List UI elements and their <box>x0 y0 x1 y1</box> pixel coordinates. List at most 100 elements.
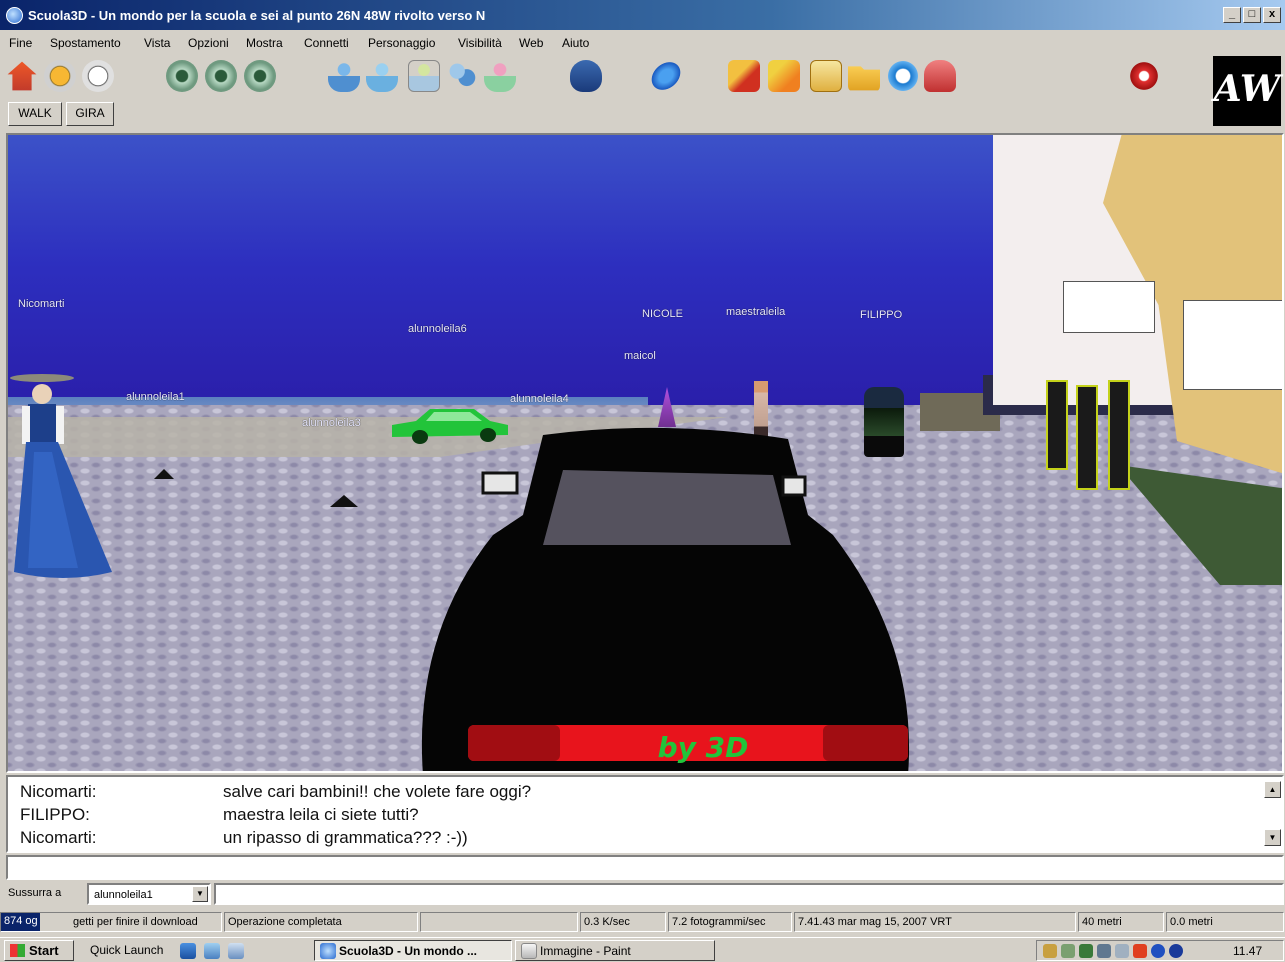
app-window: Scuola3D - Un mondo per la scuola e sei … <box>0 0 1285 962</box>
menu-web[interactable]: Web <box>519 36 543 50</box>
network-icon[interactable] <box>1061 944 1075 958</box>
chat-message: salve cari bambini!! che volete fare ogg… <box>223 782 532 801</box>
3d-viewport[interactable]: Nicomarti alunnoleila6 NICOLE maestralei… <box>6 133 1284 773</box>
avatar-nicomarti[interactable] <box>8 372 120 582</box>
toy-icon[interactable] <box>924 60 956 92</box>
menu-fine[interactable]: Fine <box>9 36 32 50</box>
update-icon[interactable] <box>1151 944 1165 958</box>
maximize-button[interactable]: □ <box>1243 7 1261 23</box>
chat-log[interactable]: Nicomarti: salve cari bambini!! che vole… <box>6 775 1284 853</box>
refresh-icon[interactable] <box>887 60 919 92</box>
task-label: Immagine - Paint <box>540 944 631 958</box>
ie-icon[interactable] <box>180 943 196 959</box>
start-button[interactable]: Start <box>4 940 74 961</box>
folder-icon[interactable] <box>848 66 880 91</box>
paint-app-icon <box>521 943 537 959</box>
avatar-name-maestraleila[interactable]: maestraleila <box>726 306 785 318</box>
clock: 11.47 <box>1233 944 1263 958</box>
title-bar[interactable]: Scuola3D - Un mondo per la scuola e sei … <box>0 0 1285 30</box>
volume-icon[interactable] <box>1043 944 1057 958</box>
windows-logo-icon <box>10 944 25 957</box>
globe-icon[interactable] <box>645 60 687 92</box>
chat-icon[interactable] <box>570 60 602 92</box>
start-label: Start <box>29 943 59 958</box>
avatar-name-maicol[interactable]: maicol <box>624 350 656 362</box>
avatar-marker[interactable] <box>154 469 174 479</box>
eye-icon[interactable] <box>205 60 237 92</box>
chat-message: un ripasso di grammatica??? :-)) <box>223 828 468 847</box>
kiosk <box>1076 385 1098 490</box>
show-desktop-icon[interactable] <box>228 943 244 959</box>
chat-input[interactable] <box>6 855 1284 880</box>
avatar-name-nicomarti[interactable]: Nicomarti <box>18 298 64 310</box>
walk-button[interactable]: WALK <box>8 102 62 126</box>
avatar-name-alunnoleila1[interactable]: alunnoleila1 <box>126 391 185 403</box>
menu-opzioni[interactable]: Opzioni <box>188 36 229 50</box>
chat-speaker: FILIPPO: <box>20 805 90 824</box>
menu-vista[interactable]: Vista <box>144 36 170 50</box>
whisper-label: Sussurra a <box>8 887 62 899</box>
system-tray: 11.47 <box>1036 940 1284 961</box>
back-icon[interactable] <box>44 60 76 92</box>
notes-icon[interactable] <box>810 60 842 92</box>
handwritten-sign <box>1063 281 1155 333</box>
menu-aiuto[interactable]: Aiuto <box>562 36 589 50</box>
task-paint[interactable]: Immagine - Paint <box>515 940 715 961</box>
chevron-down-icon[interactable]: ▼ <box>192 886 208 902</box>
home-icon[interactable] <box>7 61 37 91</box>
pencil-icon[interactable] <box>728 60 760 92</box>
whisper-input[interactable] <box>214 883 1284 905</box>
download-text: getti per finire il download <box>73 916 198 928</box>
eye-icon[interactable] <box>244 60 276 92</box>
avatar-name-alunnoleila3[interactable]: alunnoleila3 <box>302 417 361 429</box>
minimize-button[interactable]: _ <box>1223 7 1241 23</box>
avatar-marker[interactable] <box>330 495 358 507</box>
toolbar <box>0 56 1285 100</box>
scroll-down-button[interactable]: ▼ <box>1264 829 1281 846</box>
avatar-name-alunnoleila6[interactable]: alunnoleila6 <box>408 323 467 335</box>
whisper-target-select[interactable]: alunnoleila1 ▼ <box>87 883 211 905</box>
avatar-name-filippo[interactable]: FILIPPO <box>860 309 902 321</box>
avatar-icon[interactable] <box>328 60 360 92</box>
info-icon[interactable] <box>1169 944 1183 958</box>
close-button[interactable]: x <box>1263 7 1281 23</box>
status-datetime: 7.41.43 mar mag 15, 2007 VRT <box>794 912 1076 932</box>
messenger-icon[interactable] <box>1097 944 1111 958</box>
forward-icon[interactable] <box>82 60 114 92</box>
quick-launch-label: Quick Launch <box>90 943 164 957</box>
download-progress: 874 og <box>1 913 40 931</box>
menu-visibilita[interactable]: Visibilità <box>458 36 502 50</box>
avatar-icon[interactable] <box>408 60 440 92</box>
menu-mostra[interactable]: Mostra <box>246 36 283 50</box>
paint-icon[interactable] <box>768 60 800 92</box>
avatar-icon[interactable] <box>366 60 398 92</box>
taskbar: Start Quick Launch Scuola3D - Un mondo .… <box>0 937 1285 962</box>
task-label: Scuola3D - Un mondo ... <box>339 944 478 958</box>
menu-personaggio[interactable]: Personaggio <box>368 36 435 50</box>
status-fps: 7.2 fotogrammi/sec <box>668 912 792 932</box>
status-distance-2: 0.0 metri <box>1166 912 1284 932</box>
avatar-name-alunnoleila4[interactable]: alunnoleila4 <box>510 393 569 405</box>
avatar-name-nicole[interactable]: NICOLE <box>642 308 683 320</box>
eye-icon[interactable] <box>166 60 198 92</box>
scroll-up-button[interactable]: ▲ <box>1264 781 1281 798</box>
teleport-icon[interactable] <box>484 60 516 92</box>
player-car: by 3D <box>421 427 910 771</box>
status-distance: 40 metri <box>1078 912 1164 932</box>
antivirus-icon[interactable] <box>1133 944 1147 958</box>
group-icon[interactable] <box>446 60 478 92</box>
network-icon[interactable] <box>1079 944 1093 958</box>
status-speed: 0.3 K/sec <box>580 912 666 932</box>
car-plate-text: by 3D <box>658 731 749 764</box>
app-globe-icon <box>320 943 336 959</box>
menu-connetti[interactable]: Connetti <box>304 36 349 50</box>
whisper-target-value: alunnoleila1 <box>94 889 153 901</box>
chat-speaker: Nicomarti: <box>20 828 97 847</box>
security-icon[interactable] <box>1115 944 1129 958</box>
outlook-icon[interactable] <box>204 943 220 959</box>
chat-message: maestra leila ci siete tutti? <box>223 805 419 824</box>
close-icon[interactable] <box>1128 60 1160 92</box>
task-scuola3d[interactable]: Scuola3D - Un mondo ... <box>314 940 512 961</box>
gira-button[interactable]: GIRA <box>66 102 114 126</box>
menu-spostamento[interactable]: Spostamento <box>50 36 121 50</box>
